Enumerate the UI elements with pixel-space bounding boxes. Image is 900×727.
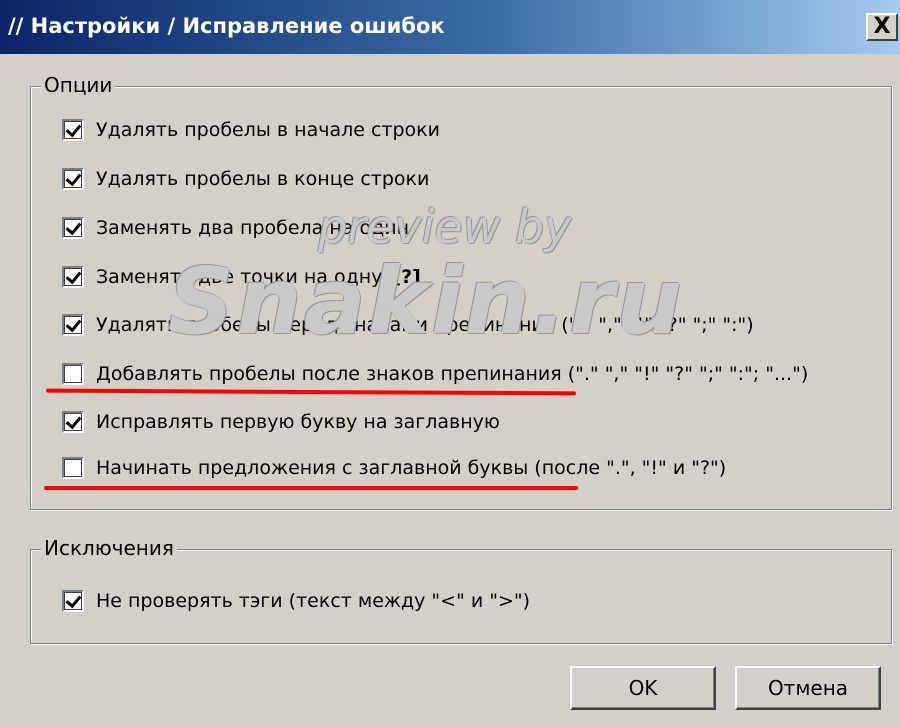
checkbox-sentence-capital[interactable] [62, 457, 84, 479]
option-label: Заменять две точки на одну [96, 266, 383, 288]
option-row-sentence-capital[interactable]: Начинать предложения с заглавной буквы (… [62, 453, 726, 483]
option-label: Начинать предложения с заглавной буквы (… [96, 457, 727, 479]
settings-dialog: // Настройки / Исправление ошибок X Опци… [0, 0, 900, 727]
cancel-button[interactable]: Отмена [735, 666, 881, 710]
option-row-capitalize-first[interactable]: Исправлять первую букву на заглавную [62, 407, 500, 437]
window-title: // Настройки / Исправление ошибок [8, 14, 445, 38]
close-button[interactable]: X [866, 13, 898, 41]
checkbox-trim-trailing[interactable] [62, 168, 84, 190]
checkbox-space-before-punct[interactable] [62, 314, 84, 336]
red-underline-annotation [44, 486, 578, 490]
checkbox-skip-tags[interactable] [62, 590, 84, 612]
option-label: Удалять пробелы перед знаками препинания… [96, 314, 754, 336]
option-label: Заменять два пробела на один [96, 217, 409, 239]
options-group: Опции [30, 73, 892, 510]
option-label: Исправлять первую букву на заглавную [96, 411, 500, 433]
option-row-space-after-punct[interactable]: Добавлять пробелы после знаков препинани… [62, 359, 808, 389]
exceptions-legend: Исключения [41, 536, 177, 560]
option-label: Удалять пробелы в начале строки [96, 119, 441, 141]
exception-row-skip-tags[interactable]: Не проверять тэги (текст между "<" и ">"… [62, 586, 530, 616]
option-row-trim-trailing[interactable]: Удалять пробелы в конце строки [62, 164, 429, 194]
ok-button[interactable]: OK [570, 666, 716, 710]
help-link[interactable]: [?] [392, 266, 420, 288]
checkbox-double-space[interactable] [62, 217, 84, 239]
option-label: Удалять пробелы в конце строки [96, 168, 430, 190]
close-icon: X [873, 14, 891, 39]
checkbox-double-dot[interactable] [62, 266, 84, 288]
option-row-double-space[interactable]: Заменять два пробела на один [62, 213, 409, 243]
options-legend: Опции [41, 73, 116, 97]
title-bar[interactable]: // Настройки / Исправление ошибок X [0, 0, 900, 54]
option-label: Добавлять пробелы после знаков препинани… [96, 363, 809, 385]
checkbox-space-after-punct[interactable] [62, 363, 84, 385]
exception-label: Не проверять тэги (текст между "<" и ">"… [96, 590, 531, 612]
option-row-trim-leading[interactable]: Удалять пробелы в начале строки [62, 115, 440, 145]
option-row-double-dot[interactable]: Заменять две точки на одну [?] [62, 262, 421, 292]
option-row-space-before-punct[interactable]: Удалять пробелы перед знаками препинания… [62, 310, 754, 340]
checkbox-trim-leading[interactable] [62, 119, 84, 141]
checkbox-capitalize-first[interactable] [62, 411, 84, 433]
